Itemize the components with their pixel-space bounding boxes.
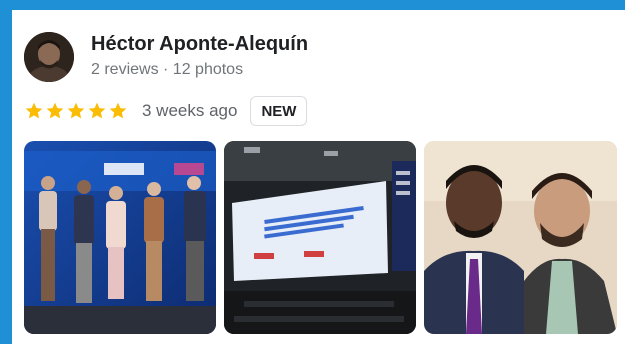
star-icon — [25, 102, 43, 119]
new-badge: NEW — [250, 96, 308, 126]
review-card: Héctor Aponte-Alequín 2 reviews · 12 pho… — [12, 10, 625, 344]
review-photo-group[interactable] — [24, 141, 216, 334]
reviewer-meta: 2 reviews · 12 photos — [91, 61, 244, 78]
star-icon — [88, 102, 106, 119]
window-frame-top — [0, 0, 625, 10]
avatar[interactable] — [24, 32, 74, 82]
window-frame-left — [0, 0, 12, 344]
reviewer-name[interactable]: Héctor Aponte-Alequín — [91, 33, 308, 56]
review-time: 3 weeks ago — [142, 101, 238, 120]
star-icon — [46, 102, 64, 119]
star-icon — [67, 102, 85, 119]
rating-row: 3 weeks ago NEW — [24, 96, 308, 126]
review-photo-presentation[interactable] — [224, 141, 416, 334]
review-photo-selfie[interactable] — [424, 141, 617, 334]
star-icon — [109, 102, 127, 119]
star-rating — [24, 101, 128, 121]
